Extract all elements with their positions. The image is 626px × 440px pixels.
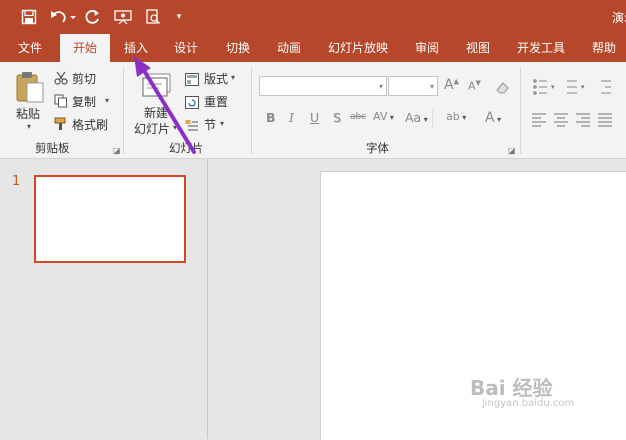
new-slide-label-1[interactable]: 新建: [144, 104, 168, 121]
layout-icon[interactable]: [185, 71, 199, 86]
tab-insert[interactable]: 插入: [114, 34, 158, 62]
font-launcher-icon[interactable]: ◪: [508, 146, 516, 155]
paste-label[interactable]: 粘贴: [16, 105, 40, 122]
highlight-button[interactable]: ab ▾: [446, 110, 466, 123]
clear-formatting-icon[interactable]: [495, 79, 511, 94]
present-icon[interactable]: [112, 6, 134, 28]
slide-thumbnail-pane: 1: [0, 159, 208, 439]
cut-button[interactable]: 剪切: [72, 70, 96, 87]
paste-icon[interactable]: [14, 70, 46, 104]
redo-icon[interactable]: [82, 6, 104, 28]
tab-slideshow[interactable]: 幻灯片放映: [321, 34, 395, 62]
paste-dropdown-icon[interactable]: ▾: [27, 122, 31, 131]
separator: [520, 68, 521, 154]
layout-dropdown-icon[interactable]: ▾: [231, 73, 235, 82]
change-case-button[interactable]: Aa ▾: [405, 110, 428, 125]
tab-view[interactable]: 视图: [456, 34, 500, 62]
copy-button[interactable]: 复制: [72, 93, 96, 110]
font-name-combo[interactable]: ▾: [259, 76, 387, 96]
section-button[interactable]: 节: [204, 116, 216, 133]
document-title: 演示文稿1 - PowerPoint: [612, 11, 626, 25]
tab-review[interactable]: 审阅: [405, 34, 449, 62]
copy-dropdown-icon[interactable]: ▾: [105, 96, 109, 105]
alignment-buttons[interactable]: [531, 110, 626, 130]
reset-icon[interactable]: [185, 94, 199, 109]
watermark-url: jingyan.baidu.com: [482, 398, 575, 409]
tab-home[interactable]: 开始: [60, 34, 110, 62]
copy-icon[interactable]: [54, 93, 68, 108]
ribbon-tabs: 文件 开始 插入 设计 切换 动画 幻灯片放映 审阅 视图 开发工具 帮助: [0, 34, 626, 62]
font-size-combo[interactable]: ▾: [388, 76, 438, 96]
strikethrough-button[interactable]: abc: [350, 112, 366, 122]
reset-button[interactable]: 重置: [204, 93, 228, 110]
tab-animations[interactable]: 动画: [267, 34, 311, 62]
chevron-down-icon[interactable]: ▾: [430, 82, 434, 91]
cut-icon[interactable]: [54, 70, 68, 85]
tab-transitions[interactable]: 切换: [216, 34, 260, 62]
svg-text:▾: ▾: [581, 83, 585, 91]
grow-font-button[interactable]: A▲: [444, 77, 459, 93]
clipboard-launcher-icon[interactable]: ◪: [113, 146, 121, 155]
shrink-font-button[interactable]: A▼: [468, 79, 481, 93]
slide-editor: [209, 159, 626, 440]
layout-button[interactable]: 版式: [204, 70, 228, 87]
paragraph-list-buttons: ▾ ▾: [531, 77, 626, 97]
slide-thumbnail[interactable]: [34, 175, 186, 263]
tab-developer[interactable]: 开发工具: [510, 34, 572, 62]
watermark-logo: Bai 经验: [470, 376, 553, 400]
new-slide-label-2[interactable]: 幻灯片: [134, 120, 170, 137]
shadow-button[interactable]: S: [333, 110, 341, 125]
slide-number: 1: [12, 174, 21, 189]
customize-icon[interactable]: ▾: [172, 6, 186, 28]
character-spacing-button[interactable]: AV ▾: [373, 110, 394, 123]
underline-button[interactable]: U: [310, 110, 319, 125]
separator: [432, 110, 437, 128]
separator: [251, 68, 252, 154]
new-slide-icon[interactable]: [142, 72, 172, 98]
chevron-down-icon[interactable]: ▾: [379, 82, 383, 91]
print-preview-icon[interactable]: [142, 6, 164, 28]
font-group-label: 字体: [366, 141, 389, 155]
ribbon: 粘贴 ▾ 剪切 复制 ▾ 格式刷 剪贴板 ◪ 新建 幻灯片 ▾ 版式 ▾ 重置 …: [0, 62, 626, 159]
undo-icon[interactable]: [48, 6, 78, 28]
separator: [123, 68, 124, 154]
section-dropdown-icon[interactable]: ▾: [220, 119, 224, 128]
format-painter-icon[interactable]: [54, 116, 68, 130]
bold-button[interactable]: B: [266, 110, 276, 125]
clipboard-group-label: 剪贴板: [35, 141, 70, 155]
tab-file[interactable]: 文件: [8, 34, 52, 62]
save-icon[interactable]: [18, 6, 40, 28]
font-color-button[interactable]: A ▾: [485, 110, 501, 126]
italic-button[interactable]: I: [289, 110, 294, 125]
title-bar: ▾ 演示文稿1 - PowerPoint: [0, 0, 626, 34]
svg-text:▾: ▾: [551, 83, 555, 91]
tab-design[interactable]: 设计: [164, 34, 208, 62]
tab-help[interactable]: 帮助: [584, 34, 624, 62]
slides-group-label: 幻灯片: [169, 141, 204, 155]
new-slide-dropdown-icon[interactable]: ▾: [173, 123, 177, 132]
format-painter-button[interactable]: 格式刷: [72, 116, 108, 133]
section-icon[interactable]: [185, 117, 199, 131]
